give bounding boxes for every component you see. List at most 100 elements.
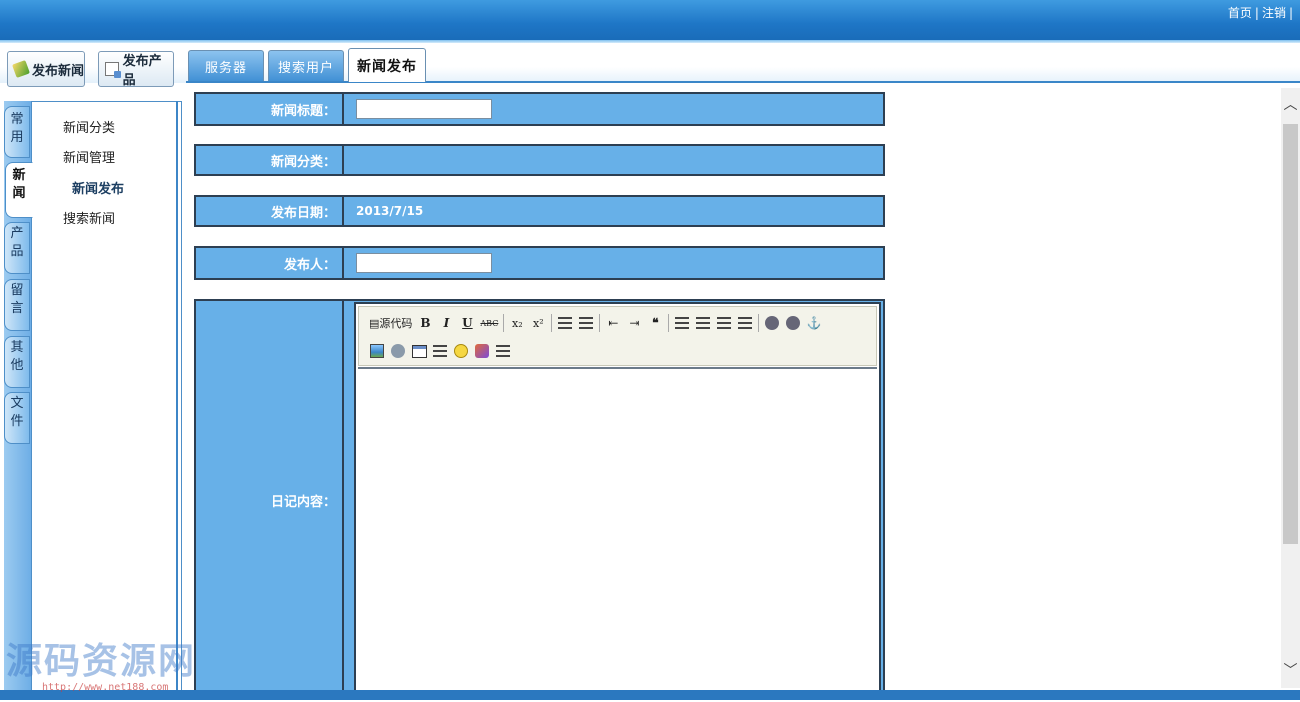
top-links: 首页 | 注销 | [1228,4,1296,21]
nav-item-news-manage[interactable]: 新闻管理 [63,147,115,166]
underline-button[interactable]: U [459,314,475,332]
box-icon [475,344,489,358]
vtab-other[interactable]: 其他 [4,336,30,388]
special-char-button[interactable] [474,342,490,360]
publish-news-button[interactable]: 发布新闻 [7,51,85,87]
vtab-message[interactable]: 留言 [4,279,30,331]
page-break-button[interactable] [495,342,511,360]
publish-date-value: 2013/7/15 [356,204,424,218]
image-button[interactable] [369,342,385,360]
align-left-icon [675,317,690,329]
italic-button[interactable]: I [438,314,454,332]
nav-item-news-publish[interactable]: 新闻发布 [72,178,124,197]
unordered-list-icon [579,317,594,329]
superscript-button[interactable]: x² [530,314,546,332]
toolbar-separator [599,314,601,332]
flash-button[interactable] [390,342,406,360]
vtab-other-label: 其他 [10,340,24,373]
page-break-icon [496,345,510,357]
justify-button[interactable] [737,314,753,332]
author-input[interactable] [356,253,492,273]
tab-search-user[interactable]: 搜索用户 [268,50,344,82]
toolbar-separator [503,314,505,332]
home-link[interactable]: 首页 [1228,6,1252,20]
nav-item-news-category[interactable]: 新闻分类 [63,117,115,136]
title-value-cell [348,94,492,124]
vtab-file[interactable]: 文件 [4,392,30,444]
toolbar-row-1: ▤ 源代码 B I U ABC x₂ x² ⇤ ⇥ ❝ ⚓ [369,311,827,335]
vtab-message-label: 留言 [10,283,24,316]
bold-button[interactable]: B [417,314,433,332]
date-value-cell: 2013/7/15 [348,197,423,225]
form-row-category: 新闻分类： [194,144,885,176]
vtab-news-label: 新闻 [12,168,26,201]
table-button[interactable] [411,342,427,360]
link-icon [765,316,780,330]
unlink-button[interactable] [785,314,801,332]
left-panel-border [176,101,178,700]
author-value-cell [348,248,492,278]
scroll-up-arrow-icon[interactable]: ︿ [1281,88,1300,122]
link-button[interactable] [764,314,780,332]
tab-news-publish[interactable]: 新闻发布 [348,48,426,82]
top-bar: 首页 | 注销 | [0,0,1300,40]
editor-content-area[interactable] [358,367,877,702]
watermark-url: http://www.net188.com [42,682,169,693]
pen-icon [12,60,30,78]
toolbar-separator [551,314,553,332]
horizontal-rule-icon [433,345,447,357]
subscript-button[interactable]: x₂ [509,314,525,332]
outdent-button[interactable]: ⇤ [605,314,621,332]
horizontal-rule-button[interactable] [432,342,448,360]
indent-button[interactable]: ⇥ [626,314,642,332]
scroll-thumb[interactable] [1283,124,1298,544]
editor-toolbar: ▤ 源代码 B I U ABC x₂ x² ⇤ ⇥ ❝ ⚓ [358,306,877,366]
align-center-icon [696,317,711,329]
source-label: 源代码 [379,317,413,330]
link-separator: | [1288,6,1293,20]
strikethrough-button[interactable]: ABC [480,314,498,332]
publish-news-label: 发布新闻 [32,63,85,79]
ordered-list-button[interactable] [557,314,573,332]
content-label: 日记内容： [196,301,344,700]
justify-icon [738,317,753,329]
author-label: 发布人： [196,248,344,278]
vtab-common[interactable]: 常用 [4,106,30,158]
toolbar-separator [668,314,670,332]
page-scrollbar[interactable]: ︿ ﹀ [1281,88,1300,688]
toolbar-separator [758,314,760,332]
title-label: 新闻标题： [196,94,344,124]
watermark: 源码资源网 [6,641,197,682]
align-right-button[interactable] [716,314,732,332]
news-title-input[interactable] [356,99,492,119]
vtab-news[interactable]: 新闻 [5,162,33,218]
anchor-button[interactable]: ⚓ [806,314,822,332]
image-icon [370,344,384,358]
align-right-icon [717,317,732,329]
ordered-list-icon [558,317,573,329]
publish-product-label: 发布产品 [122,54,162,88]
vtab-common-label: 常用 [10,112,24,145]
logout-link[interactable]: 注销 [1262,6,1286,20]
form-row-date: 发布日期： 2013/7/15 [194,195,885,227]
table-icon [411,344,427,358]
rich-text-editor: ▤ 源代码 B I U ABC x₂ x² ⇤ ⇥ ❝ ⚓ [354,302,881,702]
publish-product-button[interactable]: 发布产品 [98,51,174,88]
emoticon-button[interactable] [453,342,469,360]
unordered-list-button[interactable] [578,314,594,332]
flash-icon [391,344,405,358]
category-label: 新闻分类： [196,146,344,174]
tab-server[interactable]: 服务器 [188,50,264,82]
align-center-button[interactable] [695,314,711,332]
align-left-button[interactable] [674,314,690,332]
source-code-button[interactable]: ▤ 源代码 [369,314,412,332]
scroll-down-arrow-icon[interactable]: ﹀ [1281,654,1300,688]
nav-item-search-news[interactable]: 搜索新闻 [63,208,115,227]
date-label: 发布日期： [196,197,344,225]
document-icon [105,62,121,78]
vtab-product-label: 产品 [10,226,24,259]
vtab-file-label: 文件 [10,396,24,429]
blockquote-button[interactable]: ❝ [647,314,663,332]
vtab-product[interactable]: 产品 [4,222,30,274]
form-row-title: 新闻标题： [194,92,885,126]
